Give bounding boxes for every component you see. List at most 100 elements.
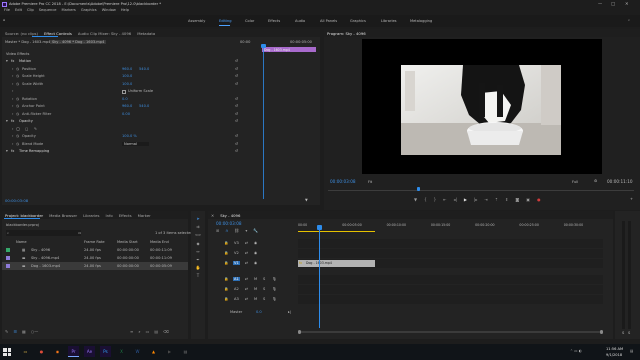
solo-icon[interactable]: S <box>263 277 265 281</box>
list-view-icon[interactable]: ☰ <box>13 329 17 334</box>
track-lane[interactable] <box>298 285 603 294</box>
search-icon[interactable]: ⌕ <box>628 18 630 22</box>
taskbar-files-icon[interactable]: ▤ <box>180 346 191 357</box>
work-area-bar[interactable] <box>298 231 375 232</box>
uniform-scale-checkbox[interactable] <box>122 89 126 94</box>
timeline-ruler[interactable]: 00:00 00:00:05:00 00:00:10:00 00:00:15:00 00… <box>298 222 608 234</box>
taskbar-chrome-icon[interactable]: ● <box>36 346 47 357</box>
expand-twirl-icon[interactable]: › <box>12 134 13 138</box>
expand-twirl-icon[interactable]: › <box>12 112 13 116</box>
find-icon[interactable]: ⌕ <box>138 329 140 334</box>
expand-twirl-icon[interactable]: › <box>12 142 13 146</box>
workspace-metalogging[interactable]: Metalogging <box>410 19 432 23</box>
scroll-handle-right[interactable] <box>600 330 603 334</box>
reset-parameter-icon[interactable]: ↺ <box>235 97 238 101</box>
go-to-in-icon[interactable]: ⇤ <box>443 197 446 202</box>
eye-icon[interactable]: ◉ <box>254 241 257 245</box>
expand-twirl-icon[interactable]: › <box>12 67 13 71</box>
record-icon[interactable]: ● <box>537 197 541 202</box>
eye-icon[interactable]: ◉ <box>254 261 257 265</box>
taskbar-after-effects-icon[interactable]: Ae <box>84 346 95 357</box>
meter-solo-right[interactable]: S <box>628 331 630 335</box>
stopwatch-icon[interactable]: ◷ <box>16 67 19 71</box>
rect-mask-icon[interactable]: ▢ <box>25 127 28 131</box>
fx-badge-icon[interactable]: fx <box>11 149 14 153</box>
expand-twirl-icon[interactable]: › <box>12 89 13 93</box>
reset-parameter-icon[interactable]: ↺ <box>235 134 238 138</box>
reset-parameter-icon[interactable]: ↺ <box>235 67 238 71</box>
effect-value-primary[interactable]: 100.0 <box>122 82 132 86</box>
sync-lock-icon[interactable]: ⇄ <box>245 297 248 301</box>
project-item[interactable]: ▬ Dog - 1603.mp4 24.00 fps 00:00:00:00 00:00… <box>2 262 188 270</box>
workspace-graphics[interactable]: Graphics <box>350 19 366 23</box>
pen-tool-icon[interactable]: ✒ <box>196 257 199 262</box>
taskbar-vlc-icon[interactable]: ▲ <box>148 346 159 357</box>
minimize-button[interactable]: — <box>598 1 602 6</box>
track-lane[interactable] <box>298 239 603 248</box>
taskbar-photoshop-icon[interactable]: Ps <box>100 346 111 357</box>
menu-graphics[interactable]: Graphics <box>81 8 97 15</box>
sequence-clip-selector[interactable]: Sky - 4096 * Dog - 1603.mp4 <box>50 40 107 45</box>
zoom-dropdown[interactable]: Fit <box>368 180 372 184</box>
program-scrubber[interactable] <box>328 187 634 193</box>
play-icon[interactable]: ▶ <box>464 197 467 202</box>
track-lane[interactable] <box>298 249 603 258</box>
reset-parameter-icon[interactable]: ↺ <box>235 149 238 153</box>
tab-audio-clip-mixer[interactable]: Audio Clip Mixer: Sky - 4096 <box>78 31 131 36</box>
timeline-settings-icon[interactable]: 🔧 <box>253 228 258 233</box>
voiceover-icon[interactable]: 🎙 <box>272 277 277 281</box>
new-item-icon[interactable]: ▤ <box>154 329 158 334</box>
menu-edit[interactable]: Edit <box>15 8 22 15</box>
effect-value-secondary[interactable]: 540.0 <box>139 104 149 108</box>
program-title[interactable]: Program: Sky - 4096 <box>327 31 366 36</box>
ec-timecode[interactable]: 00:00:03:08 <box>5 198 28 203</box>
type-tool-icon[interactable]: T <box>197 273 199 278</box>
track-target-toggle[interactable]: A2 <box>233 287 240 291</box>
col-name[interactable]: Name <box>16 240 27 244</box>
pencil-icon[interactable]: ✎ <box>5 329 8 334</box>
project-item[interactable]: ▦ Sky - 4096 24.00 fps 00:00:00:00 00:00:11:… <box>2 246 188 254</box>
scroll-handle-left[interactable] <box>298 330 301 334</box>
effect-value-primary[interactable]: 100.0 <box>122 74 132 78</box>
snap-icon[interactable]: ∩ <box>225 228 228 233</box>
go-to-out-icon[interactable]: ⇥ <box>484 197 487 202</box>
ec-playhead-handle[interactable] <box>261 44 266 48</box>
col-media-start[interactable]: Media Start <box>117 240 138 244</box>
export-frame-icon[interactable]: ◙ <box>515 197 519 202</box>
workspace-editing[interactable]: Editing <box>219 19 232 23</box>
expand-twirl-icon[interactable]: ▾ <box>6 59 8 63</box>
selection-tool-icon[interactable]: ➤ <box>196 216 199 221</box>
quality-dropdown[interactable]: Full <box>572 180 578 184</box>
ellipse-mask-icon[interactable]: ◯ <box>16 127 20 131</box>
tab-sequence[interactable]: Sky - 4096 <box>220 213 240 218</box>
menu-help[interactable]: Help <box>121 8 129 15</box>
workspace-all-panels[interactable]: All Panels <box>320 19 337 23</box>
workspace-audio[interactable]: Audio <box>295 19 305 23</box>
effect-value-primary[interactable]: 960.0 <box>122 67 132 71</box>
menu-window[interactable]: Window <box>102 8 116 15</box>
tab-media-browser[interactable]: Media Browser <box>49 213 77 218</box>
track-lock-icon[interactable]: 🔒 <box>224 297 228 301</box>
timeline-scroll-thumb[interactable] <box>298 331 603 333</box>
slip-tool-icon[interactable]: ↔ <box>196 249 199 254</box>
ripple-edit-tool-icon[interactable]: ⟺ <box>195 232 201 237</box>
track-target-toggle[interactable]: A1 <box>233 276 240 281</box>
tab-metadata[interactable]: Metadata <box>137 31 155 36</box>
menu-file[interactable]: File <box>4 8 10 15</box>
sync-lock-icon[interactable]: ⇄ <box>245 277 248 281</box>
expand-twirl-icon[interactable]: ▾ <box>6 119 8 123</box>
effect-value-primary[interactable]: 0.00 <box>122 112 130 116</box>
extract-icon[interactable]: ⇞ <box>505 197 508 202</box>
solo-icon[interactable]: S <box>263 297 265 301</box>
step-back-icon[interactable]: ◂| <box>454 197 457 202</box>
track-lock-icon[interactable]: 🔒 <box>224 251 228 255</box>
program-playhead[interactable] <box>416 187 420 191</box>
taskbar-word-icon[interactable]: W <box>132 346 143 357</box>
menu-clip[interactable]: Clip <box>27 8 34 15</box>
col-media-end[interactable]: Media End <box>150 240 169 244</box>
voiceover-icon[interactable]: 🎙 <box>272 287 277 291</box>
expand-twirl-icon[interactable]: › <box>12 82 13 86</box>
effect-value-primary[interactable]: 0.0 <box>122 97 128 101</box>
tab-effects[interactable]: Effects <box>119 213 132 218</box>
master-clip-selector[interactable]: Master * Dog - 1603.mp4 <box>5 40 51 44</box>
